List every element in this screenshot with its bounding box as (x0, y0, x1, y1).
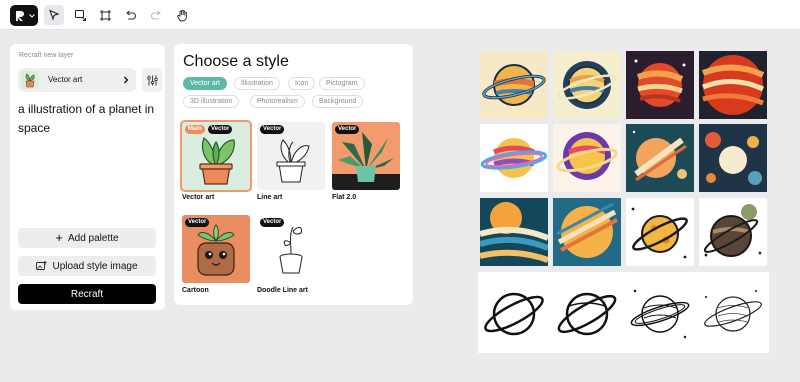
planet-image (705, 132, 762, 185)
style-selector-label: Vector art (48, 75, 83, 84)
redo-button[interactable] (146, 5, 166, 25)
line-art-results-row (478, 272, 769, 353)
badge-vector: Vector (260, 218, 285, 227)
chip-icon[interactable]: Icon (288, 77, 316, 90)
planet-image (701, 55, 765, 115)
toolbar (0, 0, 800, 30)
upload-style-label: Upload style image (52, 260, 138, 272)
style-card-flat-2[interactable]: Vector Flat 2.0 (332, 122, 400, 201)
planet-image (556, 202, 618, 258)
style-card-vector-art[interactable]: Main Vector Vector art (180, 120, 252, 201)
lasso-icon (74, 9, 86, 21)
generated-image[interactable] (626, 198, 694, 266)
chip-photorealism[interactable]: Photorealism (250, 95, 305, 108)
line-planet-image[interactable] (699, 280, 767, 348)
style-card-image: Vector (332, 122, 400, 190)
style-chooser-panel: Choose a style Vector art Illustration I… (174, 44, 413, 305)
frame-icon (99, 9, 111, 21)
logo-menu-button[interactable] (10, 5, 38, 26)
line-planet-image[interactable] (480, 280, 548, 348)
style-chooser-title: Choose a style (183, 53, 289, 70)
badge-vector: Vector (335, 125, 360, 134)
frame-tool[interactable] (95, 5, 115, 25)
panel-caption: Recraft new layer (19, 52, 74, 59)
prompt-input[interactable]: a illustration of a planet in space (18, 100, 160, 138)
chevron-down-icon (28, 13, 35, 18)
style-card-label: Doodle Line art (257, 287, 308, 294)
generated-image[interactable] (480, 198, 548, 266)
generation-panel: Recraft new layer Vector art a illustrat… (10, 44, 165, 310)
planet-image (634, 59, 686, 107)
style-card-image: Main Vector (180, 120, 252, 192)
style-card-label: Cartoon (182, 287, 209, 294)
style-card-label: Flat 2.0 (332, 194, 357, 201)
generated-image[interactable] (699, 198, 767, 266)
generated-image[interactable] (626, 124, 694, 192)
generated-image[interactable] (699, 51, 767, 119)
style-thumbnail (21, 71, 39, 89)
chip-illustration[interactable]: Illustration (234, 77, 280, 90)
style-selector[interactable]: Vector art (18, 68, 136, 92)
badge-vector: Vector (208, 125, 233, 134)
chip-vector-art[interactable]: Vector art (183, 77, 227, 90)
chip-3d-illustration[interactable]: 3D illustration (183, 95, 240, 108)
generated-image[interactable] (626, 51, 694, 119)
chip-background[interactable]: Background (312, 95, 364, 108)
style-card-image: Vector (182, 215, 250, 283)
hand-tool[interactable] (172, 5, 192, 25)
upload-style-image-button[interactable]: Upload style image (18, 256, 156, 276)
redo-icon (150, 10, 161, 20)
generated-image[interactable] (480, 124, 548, 192)
generated-image[interactable] (480, 51, 548, 119)
generated-images-gallery (478, 50, 769, 353)
planet-image (557, 61, 617, 109)
generated-image[interactable] (699, 124, 767, 192)
recraft-generate-button[interactable]: Recraft (18, 284, 156, 304)
chip-pictogram[interactable]: Pictogram (319, 77, 365, 90)
sliders-icon (146, 75, 158, 85)
style-card-image: Vector (257, 122, 325, 190)
settings-button[interactable] (142, 68, 162, 92)
generated-image[interactable] (553, 124, 621, 192)
chevron-right-icon (124, 76, 129, 84)
cursor-icon (49, 9, 60, 21)
image-upload-icon (36, 261, 48, 270)
planet-image (480, 138, 548, 178)
style-card-doodle-line-art[interactable]: Vector Doodle Line art (257, 215, 325, 294)
style-card-image: Vector (257, 215, 325, 283)
badge-vector: Vector (260, 125, 285, 134)
planet-image (703, 204, 762, 257)
hand-icon (176, 9, 187, 21)
recraft-logo-icon (15, 11, 24, 21)
planet-image (632, 130, 687, 182)
lasso-tool[interactable] (70, 5, 90, 25)
style-card-label: Line art (257, 194, 283, 201)
generated-image[interactable] (553, 198, 621, 266)
planet-image (631, 207, 688, 259)
planet-image (556, 132, 618, 180)
style-card-cartoon[interactable]: Vector Cartoon (182, 215, 250, 294)
line-planet-image[interactable] (626, 280, 694, 348)
planet-image (480, 202, 548, 263)
line-planet-image[interactable] (553, 280, 621, 348)
plus-icon: + (55, 230, 63, 245)
style-card-label: Vector art (182, 194, 215, 201)
planet-image (482, 64, 546, 106)
generated-image[interactable] (553, 51, 621, 119)
add-palette-label: Add palette (67, 232, 119, 244)
badge-vector: Vector (185, 218, 210, 227)
select-tool[interactable] (44, 5, 64, 25)
undo-icon (125, 10, 136, 20)
badge-main: Main (185, 125, 205, 134)
undo-button[interactable] (120, 5, 140, 25)
style-card-line-art[interactable]: Vector Line art (257, 122, 325, 201)
add-palette-button[interactable]: + Add palette (18, 228, 156, 248)
